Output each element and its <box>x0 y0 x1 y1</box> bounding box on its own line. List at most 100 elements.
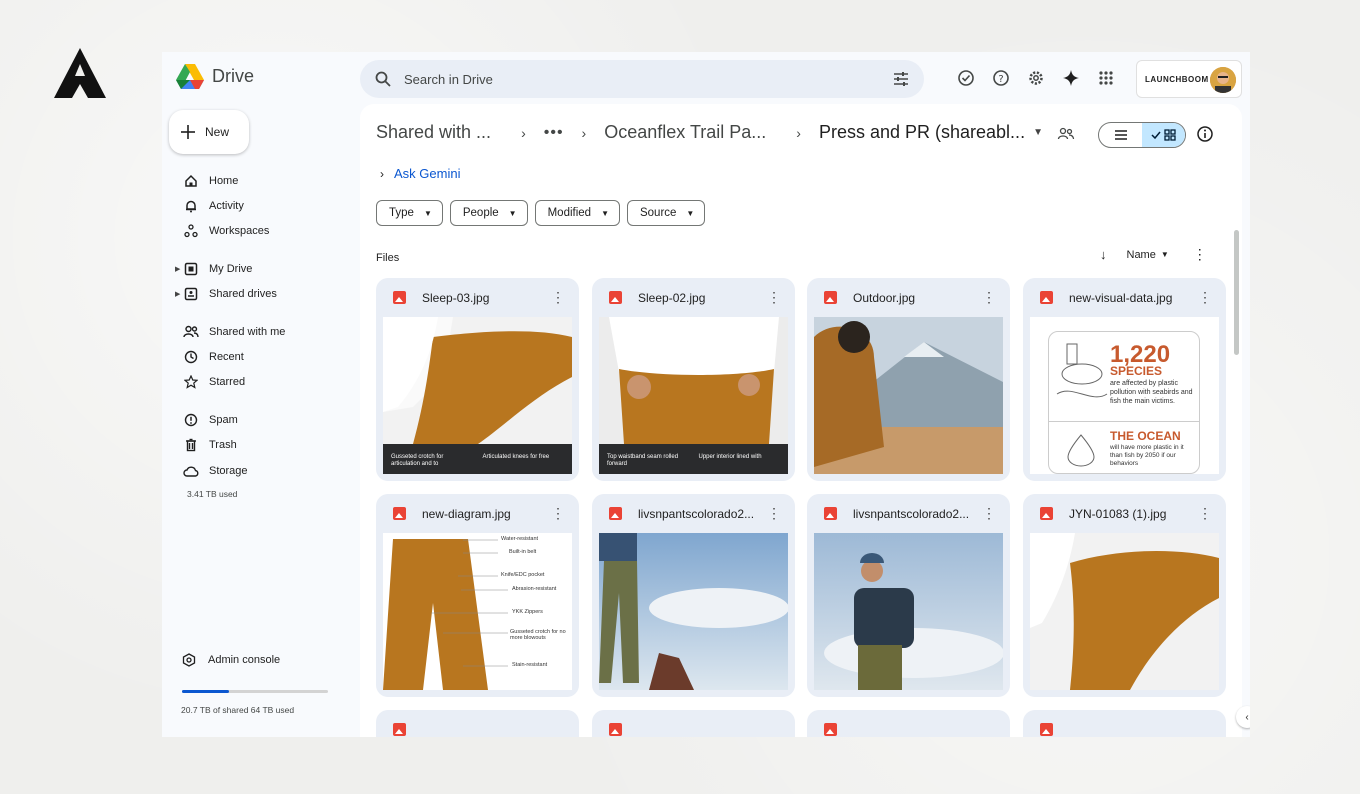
avatar[interactable] <box>1210 67 1236 93</box>
drive-logo[interactable]: Drive <box>176 64 254 89</box>
file-name: livsnpantscolorado2... <box>638 507 755 521</box>
thumbnail-caption: Top waistband seam rolled forward Upper … <box>599 444 788 474</box>
more-options-icon[interactable]: ⋮ <box>767 505 781 522</box>
sidebar-item-activity[interactable]: Activity <box>162 195 342 217</box>
breadcrumb-current-folder[interactable]: Press and PR (shareabl... <box>819 122 1025 143</box>
sidebar-item-shared-drives[interactable]: ▶ Shared drives <box>162 283 342 305</box>
search-input[interactable]: Search in Drive <box>404 72 493 87</box>
shared-drives-icon <box>183 286 199 302</box>
more-options-icon[interactable]: ⋮ <box>1198 289 1212 306</box>
ask-gemini-toggle[interactable]: › Ask Gemini <box>380 166 460 181</box>
files-section-label: Files <box>376 252 400 264</box>
expand-arrow-icon[interactable]: ▶ <box>175 265 180 273</box>
file-card[interactable] <box>592 710 795 737</box>
search-options-icon[interactable] <box>892 70 910 88</box>
apps-grid-icon[interactable] <box>1096 68 1116 88</box>
star-icon <box>183 374 199 390</box>
more-options-icon[interactable]: ⋮ <box>982 289 996 306</box>
sidebar-item-workspaces[interactable]: Workspaces <box>162 220 342 242</box>
diagram-label: Knife/EDC pocket <box>501 572 545 578</box>
thumbnail-caption: Gusseted crotch for articulation and to … <box>383 444 572 474</box>
sidebar-item-my-drive[interactable]: ▶ My Drive <box>162 258 342 280</box>
breadcrumb-oceanflex[interactable]: Oceanflex Trail Pa... <box>604 122 766 143</box>
help-icon[interactable]: ? <box>991 68 1011 88</box>
stat-heading: SPECIES <box>1110 364 1163 378</box>
list-icon <box>1114 130 1127 140</box>
file-card[interactable]: new-diagram.jpg ⋮ Water-resistant Built-… <box>376 494 579 697</box>
infographic: 1,220 SPECIES are affected by plastic po… <box>1030 317 1219 474</box>
sort-controls: ↓ Name ▼ ⋮ <box>1100 246 1207 263</box>
breadcrumb: Shared with ... › ••• › Oceanflex Trail … <box>376 122 1043 143</box>
file-card[interactable]: livsnpantscolorado2... ⋮ <box>807 494 1010 697</box>
new-button-label: New <box>205 125 230 139</box>
shared-storage-bar <box>182 690 328 693</box>
filter-type[interactable]: Type ▼ <box>376 200 443 226</box>
list-view-button[interactable] <box>1099 123 1142 147</box>
file-thumbnail <box>814 533 1003 690</box>
image-file-icon <box>609 291 622 304</box>
file-card[interactable] <box>807 710 1010 737</box>
more-options-icon[interactable]: ⋮ <box>1193 246 1207 263</box>
org-name: LAUNCHBOOM <box>1145 74 1209 84</box>
new-button[interactable]: New <box>169 110 249 154</box>
filter-source[interactable]: Source ▼ <box>626 200 706 226</box>
sidebar-item-spam[interactable]: Spam <box>162 409 342 431</box>
sidebar-item-starred[interactable]: Starred <box>162 371 342 393</box>
svg-text:?: ? <box>998 74 1003 85</box>
scrollbar[interactable] <box>1234 230 1239 355</box>
search-icon <box>375 71 391 87</box>
sidebar-item-home[interactable]: Home <box>162 170 342 192</box>
image-file-icon <box>393 723 406 736</box>
sidebar-item-recent[interactable]: Recent <box>162 346 342 368</box>
file-card[interactable] <box>376 710 579 737</box>
file-card[interactable] <box>1023 710 1226 737</box>
expand-arrow-icon[interactable]: ▶ <box>175 290 180 298</box>
file-name: livsnpantscolorado2... <box>853 507 970 521</box>
file-card[interactable]: new-visual-data.jpg ⋮ 1,220 SPECIES are … <box>1023 278 1226 481</box>
admin-console-link[interactable]: Admin console <box>182 653 280 667</box>
manage-access-icon[interactable] <box>1057 127 1075 141</box>
file-thumbnail <box>1030 533 1219 690</box>
sort-direction-icon[interactable]: ↓ <box>1100 247 1107 262</box>
sidebar-item-storage[interactable]: Storage <box>162 460 342 482</box>
top-actions: ? <box>956 68 1116 88</box>
grid-view-button[interactable] <box>1142 123 1185 147</box>
image-file-icon <box>1040 507 1053 520</box>
chevron-left-icon: ‹ <box>1245 711 1249 723</box>
account-switcher[interactable]: LAUNCHBOOM <box>1136 60 1242 98</box>
more-options-icon[interactable]: ⋮ <box>551 505 565 522</box>
drive-window: Drive Search in Drive ? LAUNCHBOOM New H… <box>162 52 1250 737</box>
file-card[interactable]: JYN-01083 (1).jpg ⋮ <box>1023 494 1226 697</box>
admin-shield-icon <box>182 653 196 667</box>
diagram-label: YKK Zippers <box>512 609 543 615</box>
image-file-icon <box>1040 723 1053 736</box>
offline-status-icon[interactable] <box>956 68 976 88</box>
sidebar-item-shared-with-me[interactable]: Shared with me <box>162 321 342 343</box>
sort-by-dropdown[interactable]: Name ▼ <box>1127 249 1169 261</box>
gemini-sparkle-icon[interactable] <box>1061 68 1081 88</box>
file-card[interactable]: Sleep-03.jpg ⋮ Gusseted crotch for artic… <box>376 278 579 481</box>
breadcrumb-more[interactable]: ••• <box>544 124 564 142</box>
more-options-icon[interactable]: ⋮ <box>551 289 565 306</box>
checked-grid-icon <box>1150 129 1176 141</box>
caret-down-icon[interactable]: ▼ <box>1033 127 1043 138</box>
chevron-right-icon: › <box>380 166 384 181</box>
file-card[interactable]: Sleep-02.jpg ⋮ Top waistband seam rolled… <box>592 278 795 481</box>
diagram-label: Built-in belt <box>509 549 537 555</box>
search-bar[interactable]: Search in Drive <box>360 60 924 98</box>
dropdown-icon: ▼ <box>423 208 432 218</box>
image-file-icon <box>393 507 406 520</box>
more-options-icon[interactable]: ⋮ <box>767 289 781 306</box>
file-card[interactable]: Outdoor.jpg ⋮ <box>807 278 1010 481</box>
file-card[interactable]: livsnpantscolorado2... ⋮ <box>592 494 795 697</box>
settings-gear-icon[interactable] <box>1026 68 1046 88</box>
sidebar-item-trash[interactable]: Trash <box>162 434 342 456</box>
more-options-icon[interactable]: ⋮ <box>1198 505 1212 522</box>
more-options-icon[interactable]: ⋮ <box>982 505 996 522</box>
app-name: Drive <box>212 66 255 86</box>
breadcrumb-shared-with-me[interactable]: Shared with ... <box>376 122 491 143</box>
filter-people[interactable]: People ▼ <box>449 200 528 226</box>
filter-modified[interactable]: Modified ▼ <box>534 200 620 226</box>
stat-text: are affected by plastic pollution with s… <box>1110 380 1193 405</box>
info-icon[interactable] <box>1196 125 1214 143</box>
